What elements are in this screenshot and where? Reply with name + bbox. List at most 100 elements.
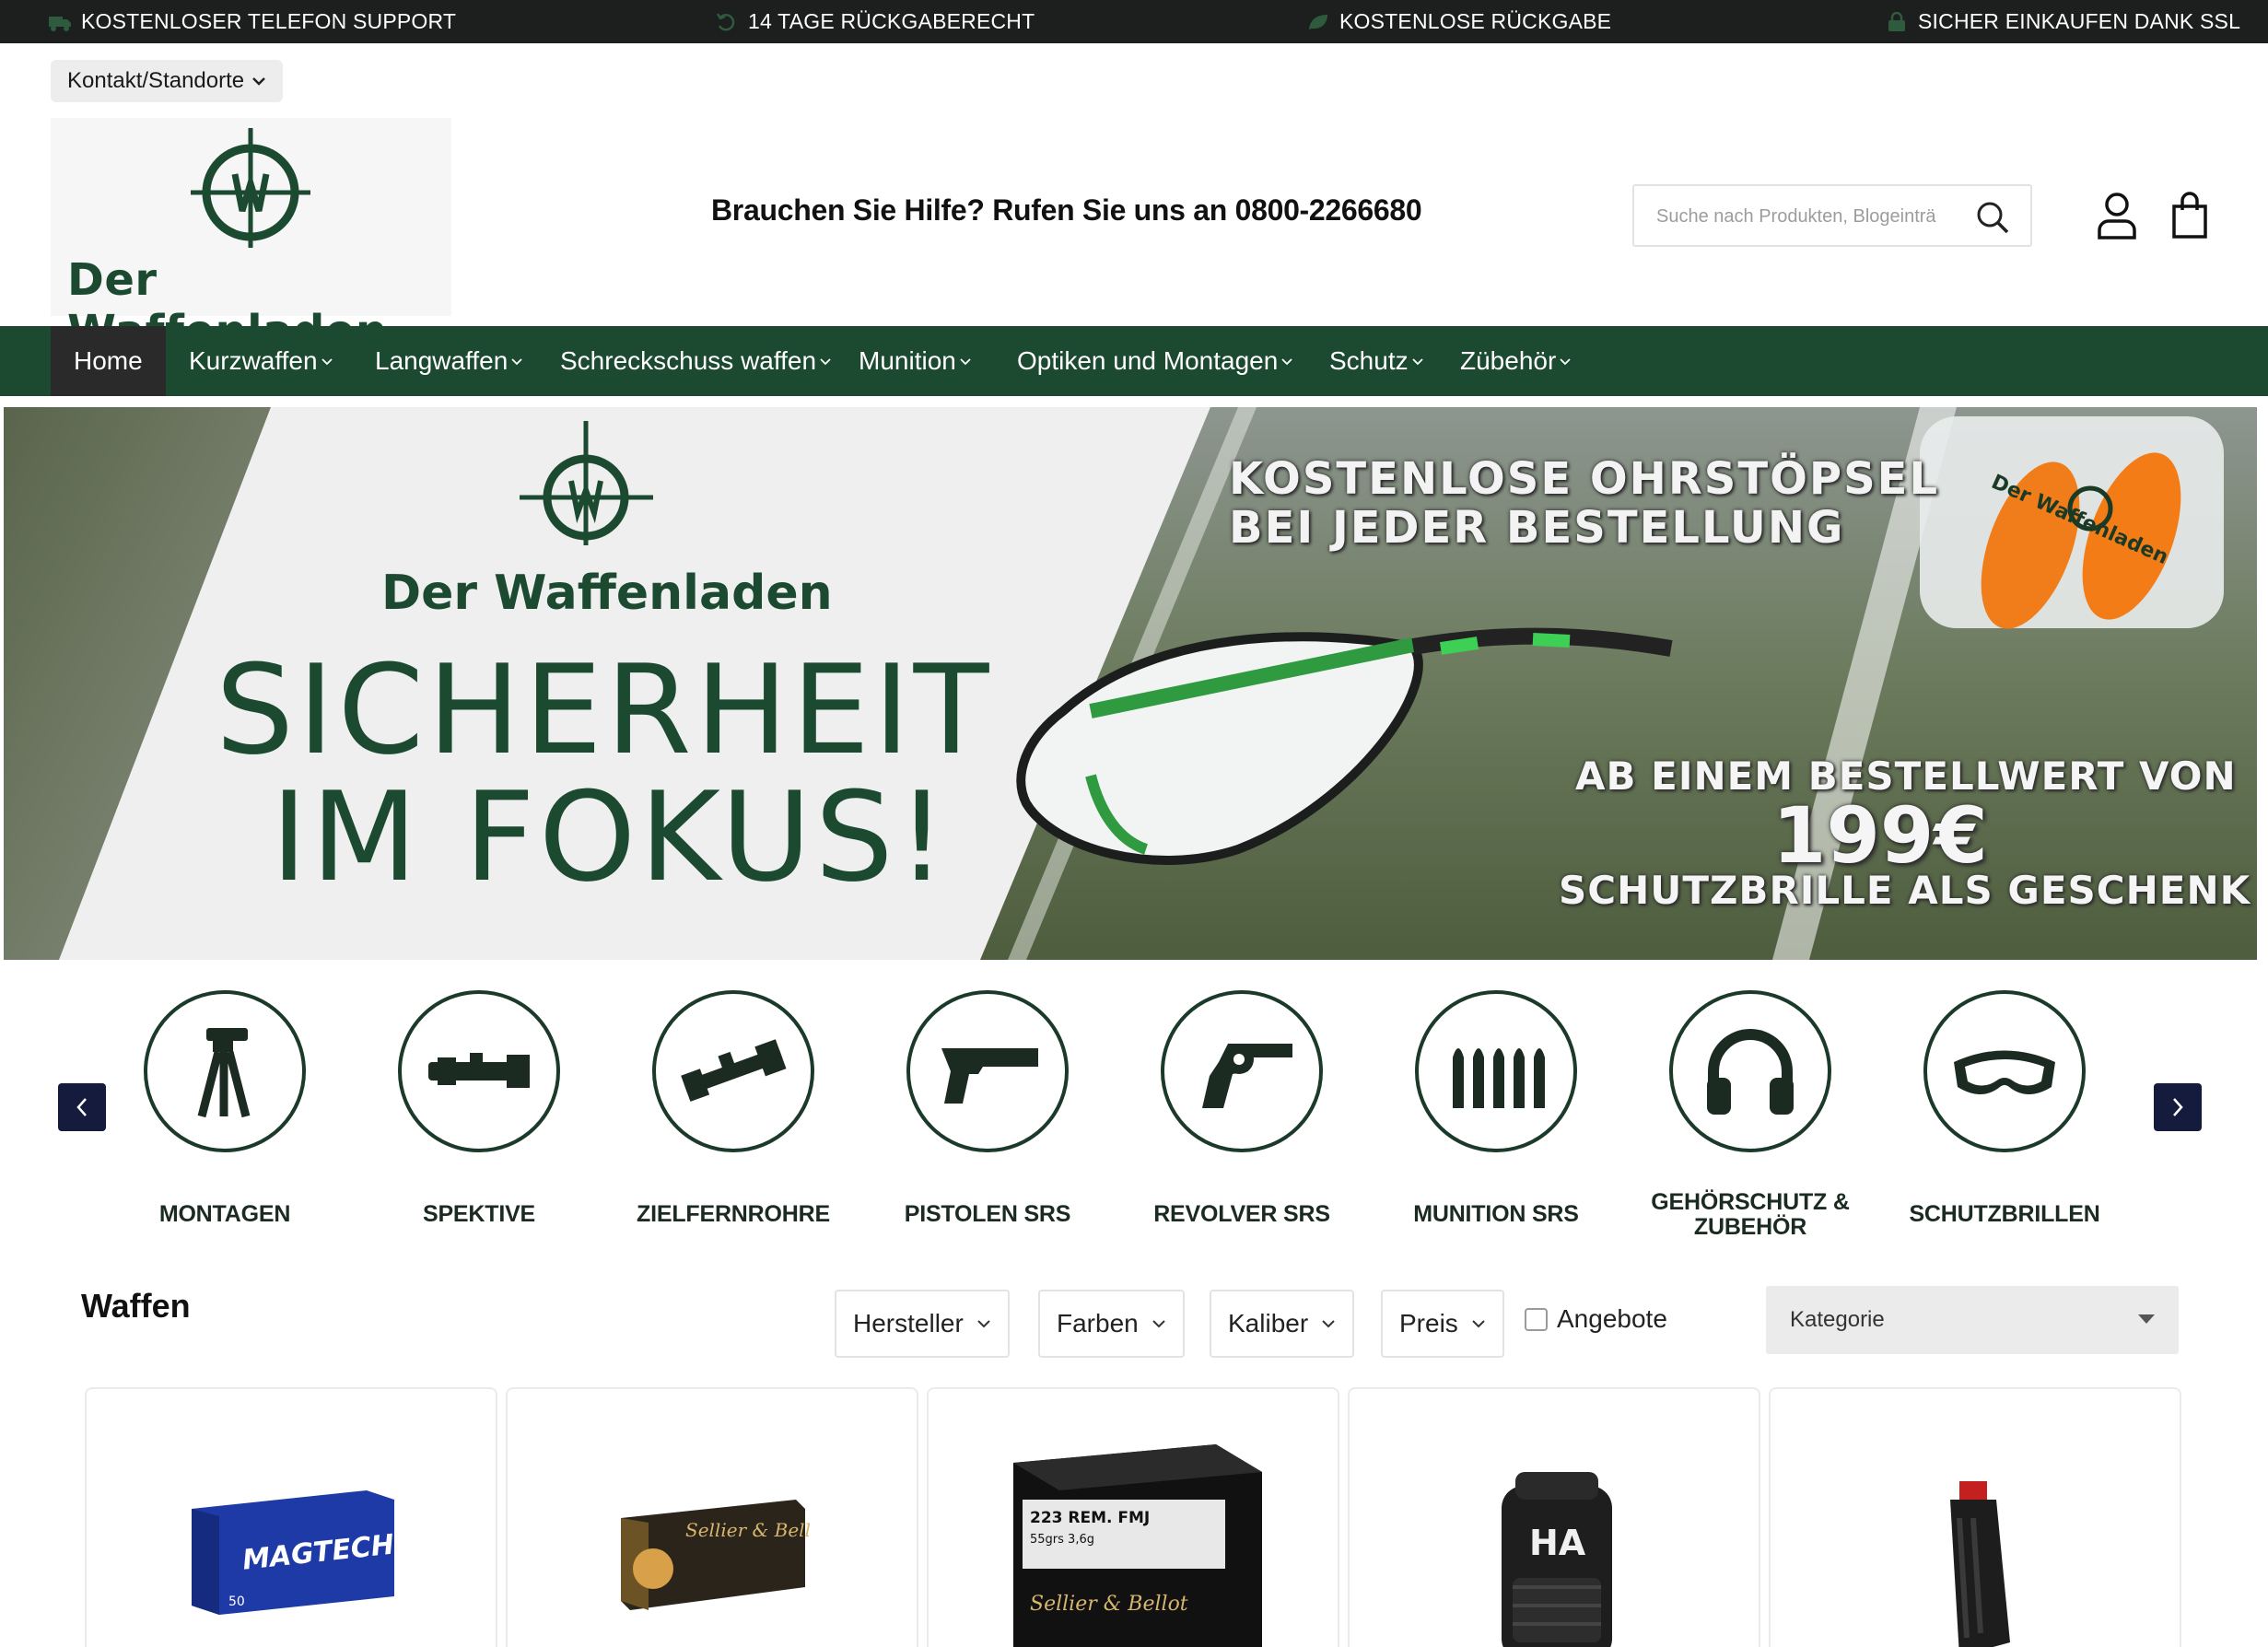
offers-checkbox[interactable] (1525, 1307, 1548, 1331)
product-card[interactable]: 223 REM. FMJ 55grs 3,6g Sellier & Bellot (927, 1387, 1339, 1647)
filter-label: Kaliber (1228, 1309, 1309, 1337)
topbar-support-label: KOSTENLOSER TELEFON SUPPORT (81, 9, 457, 33)
leaf-icon (1309, 14, 1327, 29)
contact-locations-dropdown[interactable]: Kontakt/Standorte (51, 60, 284, 102)
nav-item-schreckschuss[interactable]: Schreckschuss waffen (560, 326, 831, 396)
banner-promo-2: BEI JEDER BESTELLUNG (1229, 502, 1845, 554)
category-label: SPEKTIVE (422, 1201, 536, 1227)
banner-brand: Der Waffenladen (381, 566, 833, 621)
category-zielfernrohre[interactable]: ZIELFERNROHRE (614, 990, 853, 1257)
user-account-icon[interactable] (2097, 192, 2137, 239)
banner-promo-1: KOSTENLOSE OHRSTÖPSEL (1229, 453, 1940, 505)
category-montagen[interactable]: MONTAGEN (105, 990, 345, 1257)
magtech-box-subtext: 50 (228, 1594, 245, 1609)
product-card[interactable] (1769, 1387, 2181, 1647)
nav-optiken-label: Optiken und Montagen (1017, 346, 1279, 375)
nav-item-zubehoer[interactable]: Zübehör (1460, 326, 1571, 396)
category-label: GEHÖRSCHUTZ & ZUBEHÖR (1651, 1189, 1850, 1240)
sellier-bellot-box-text: Sellier & Bellot (685, 1519, 810, 1541)
headphones-icon (1707, 1029, 1794, 1115)
banner-headline-2: IM FOKUS! (271, 765, 951, 909)
product-card[interactable]: MAGTECH 50 (85, 1387, 497, 1647)
category-circle (144, 990, 306, 1152)
category-circle (906, 990, 1069, 1152)
nav-item-munition[interactable]: Munition (859, 326, 971, 396)
nav-item-schutz[interactable]: Schutz (1329, 326, 1423, 396)
filter-farben[interactable]: Farben (1038, 1290, 1185, 1358)
category-circle (1669, 990, 1831, 1152)
ammunition-icon (1453, 1048, 1545, 1108)
category-spektive[interactable]: SPEKTIVE (359, 990, 599, 1257)
rifle-magazine-image (1950, 1481, 2010, 1647)
category-label: SCHUTZBRILLEN (1909, 1201, 2100, 1227)
product-card[interactable]: HA (1348, 1387, 1760, 1647)
category-circle (1161, 990, 1323, 1152)
nav-item-langwaffen[interactable]: Langwaffen (375, 326, 522, 396)
box-weight-text: 55grs 3,6g (1030, 1533, 1094, 1547)
chevron-down-icon (252, 77, 266, 86)
category-circle (398, 990, 560, 1152)
category-select[interactable]: Kategorie (1766, 1286, 2179, 1354)
category-circle (1415, 990, 1577, 1152)
chevron-down-icon (977, 1319, 990, 1327)
chevron-down-icon (1322, 1319, 1335, 1327)
carousel-prev-button[interactable] (58, 1083, 106, 1131)
search-box (1632, 184, 2032, 247)
box-brand-text: Sellier & Bellot (1030, 1593, 1188, 1616)
category-label: ZIELFERNROHRE (637, 1201, 830, 1227)
filter-label: Farben (1057, 1309, 1139, 1337)
category-circle (652, 990, 814, 1152)
category-label: MUNITION SRS (1413, 1201, 1579, 1227)
category-circle (1923, 990, 2086, 1152)
nav-kurzwaffen-label: Kurzwaffen (189, 346, 318, 375)
offers-label: Angebote (1557, 1304, 1667, 1333)
nav-langwaffen-label: Langwaffen (375, 346, 509, 375)
search-input[interactable] (1656, 203, 1960, 230)
carousel-next-button[interactable] (2154, 1083, 2202, 1131)
search-icon[interactable] (1975, 200, 2010, 235)
nav-item-kurzwaffen[interactable]: Kurzwaffen (189, 326, 333, 396)
topbar-item-returns: 14 TAGE RÜCKGABERECHT (715, 0, 1035, 43)
category-munition-srs[interactable]: MUNITION SRS (1376, 990, 1616, 1257)
return-icon (716, 12, 735, 30)
category-label: PISTOLEN SRS (904, 1201, 1071, 1227)
sellier-bellot-ammo-box-image: Sellier & Bellot (621, 1500, 810, 1610)
category-revolver-srs[interactable]: REVOLVER SRS (1122, 990, 1362, 1257)
category-schutzbrillen[interactable]: SCHUTZBRILLEN (1885, 990, 2124, 1257)
nav-zubehoer-label: Zübehör (1460, 346, 1557, 375)
product-card[interactable]: Sellier & Bellot (506, 1387, 918, 1647)
crosshair-logo-icon (191, 128, 310, 248)
shopping-bag-icon[interactable] (2170, 192, 2209, 239)
top-info-bar: KOSTENLOSER TELEFON SUPPORT 14 TAGE RÜCK… (0, 0, 2268, 43)
offers-toggle[interactable]: Angebote (1525, 1304, 1667, 1334)
filter-preis[interactable]: Preis (1381, 1290, 1504, 1358)
topbar-free-return-label: KOSTENLOSE RÜCKGABE (1339, 9, 1612, 33)
magtech-ammo-box-image: MAGTECH 50 (192, 1490, 396, 1615)
chevron-down-icon (1560, 357, 1571, 365)
topbar-item-support: KOSTENLOSER TELEFON SUPPORT (48, 0, 456, 43)
filter-label: Hersteller (853, 1309, 964, 1337)
nav-item-optiken[interactable]: Optiken und Montagen (1017, 326, 1292, 396)
helpline-text: Brauchen Sie Hilfe? Rufen Sie uns an 080… (711, 193, 1422, 227)
topbar-ssl-label: SICHER EINKAUFEN DANK SSL (1918, 9, 2241, 33)
category-label: REVOLVER SRS (1153, 1201, 1330, 1227)
chevron-down-icon (1411, 357, 1423, 365)
truck-icon (49, 16, 71, 31)
category-pistolen-srs[interactable]: PISTOLEN SRS (868, 990, 1107, 1257)
tactical-backpack-image: HA (1502, 1472, 1612, 1647)
chevron-right-icon (2173, 1098, 2183, 1116)
nav-munition-label: Munition (859, 346, 956, 375)
site-logo[interactable]: Der Waffenladen (51, 118, 451, 357)
hero-banner[interactable]: Der Waffenladen SICHERHEIT IM FOKUS! KOS… (4, 407, 2257, 960)
filter-hersteller[interactable]: Hersteller (835, 1290, 1010, 1358)
pistol-icon (941, 1048, 1038, 1104)
chevron-down-icon (1152, 1319, 1165, 1327)
lock-icon (1888, 11, 1905, 31)
chevron-down-icon (321, 357, 333, 365)
chevron-down-icon (1281, 357, 1292, 365)
filter-kaliber[interactable]: Kaliber (1210, 1290, 1355, 1358)
category-gehoerschutz[interactable]: GEHÖRSCHUTZ & ZUBEHÖR (1631, 990, 1870, 1257)
nav-item-home[interactable]: Home (51, 326, 166, 396)
goggles-icon (1954, 1050, 2055, 1094)
banner-promo-4: SCHUTZBRILLE ALS GESCHENK (1559, 868, 2251, 913)
